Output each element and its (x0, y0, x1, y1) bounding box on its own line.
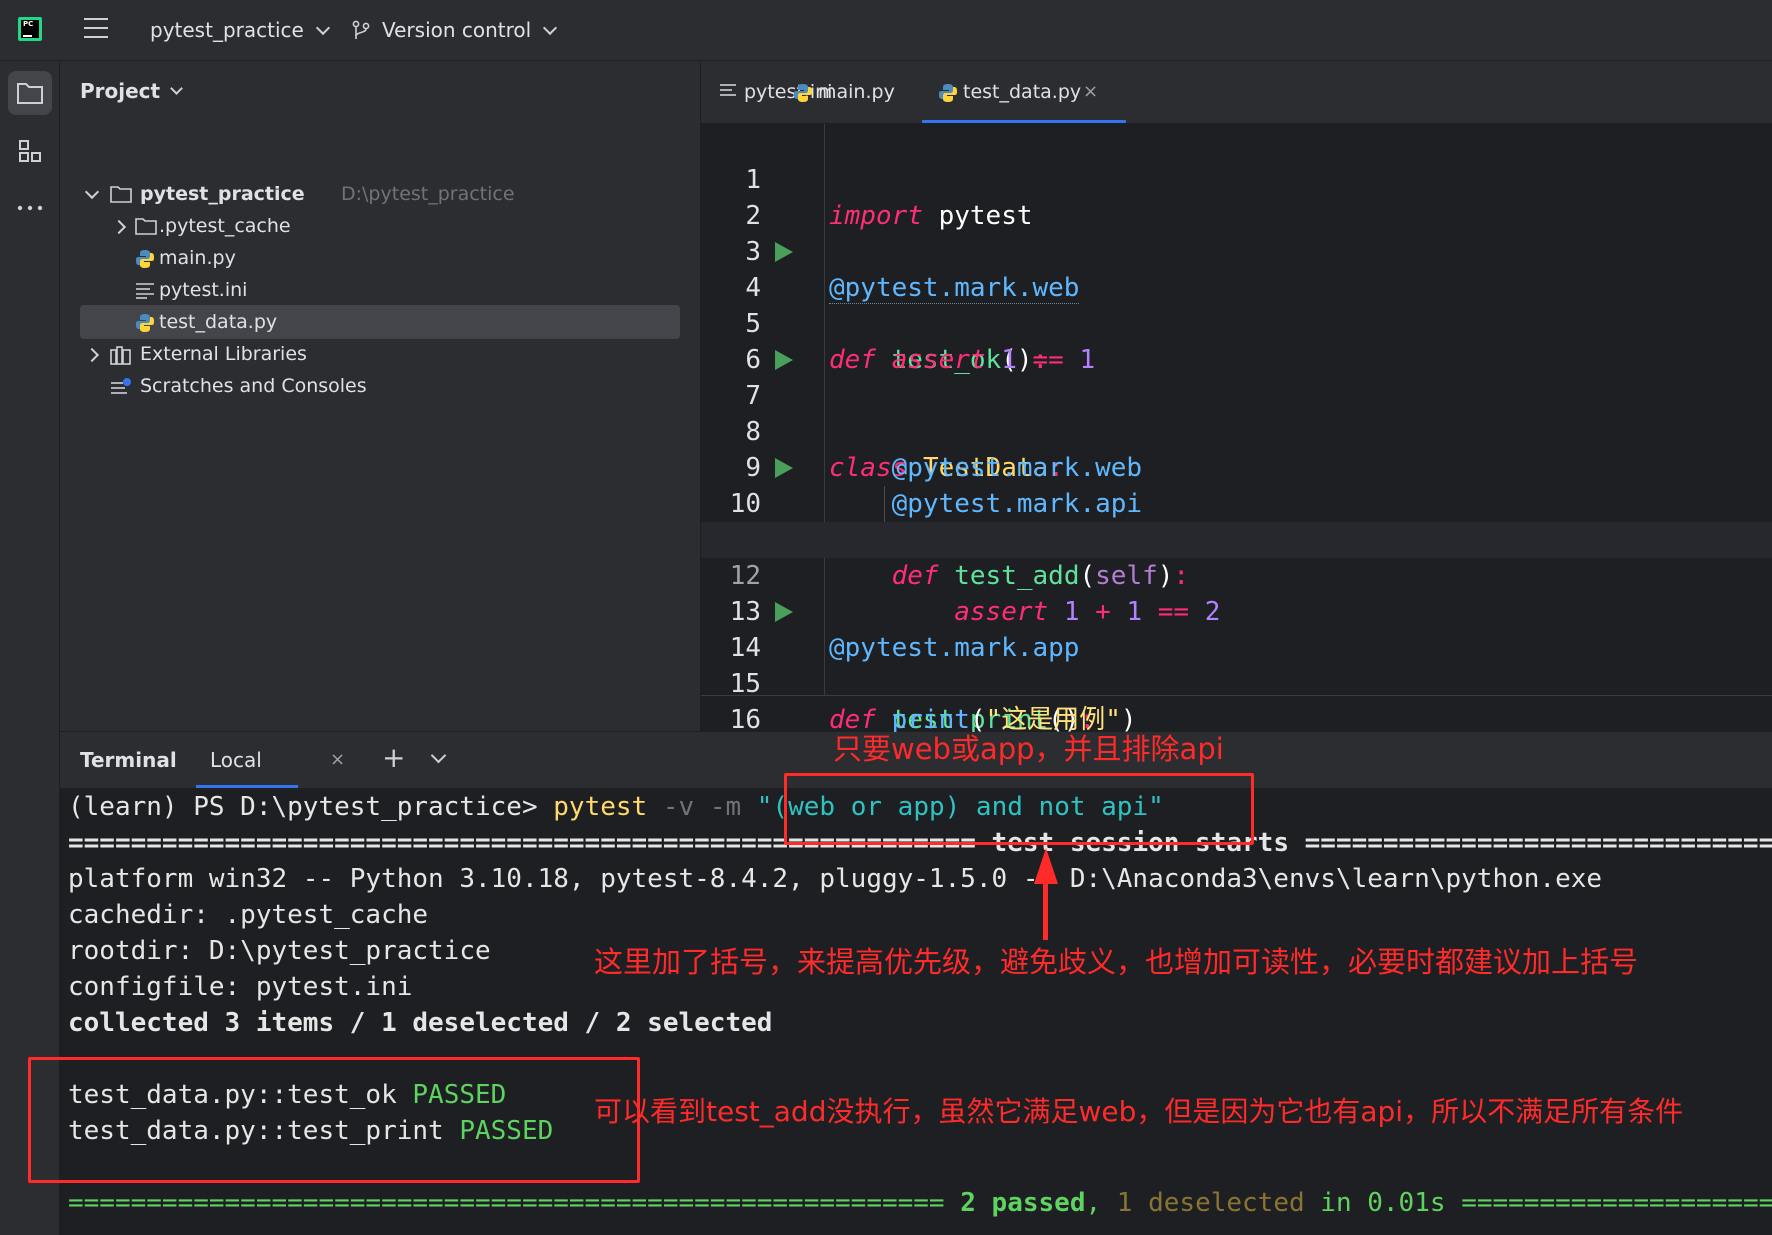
code-line: 7 class TestData: (701, 342, 1772, 483)
library-icon (110, 346, 131, 365)
tree-item-label: main.py (159, 247, 236, 269)
tree-item-test-data-py[interactable]: test_data.py (80, 305, 680, 339)
run-test-icon[interactable] (775, 602, 793, 622)
folder-icon (17, 83, 43, 104)
python-file-icon (939, 84, 957, 102)
annotation-middle: 这里加了括号，来提高优先级，避免歧义，也增加可读性，必要时都建议加上括号 (594, 945, 1639, 979)
project-panel: Project pytest_practice D:\pytest_practi… (60, 61, 701, 731)
code-line: 16 (701, 666, 1772, 735)
tree-item-label: .pytest_cache (159, 215, 291, 237)
code-line-current: 12 (701, 522, 1772, 591)
chevron-down-icon (84, 184, 100, 200)
structure-icon (19, 140, 41, 162)
annotation-arrow-icon (1034, 848, 1058, 884)
branch-icon (352, 20, 370, 39)
text-file-icon (720, 84, 736, 96)
tree-item-label: External Libraries (140, 343, 307, 365)
tree-item-pytest-cache[interactable]: .pytest_cache (60, 209, 680, 243)
structure-tool-button[interactable] (8, 129, 52, 173)
tab-label: test_data.py (963, 81, 1082, 103)
tab-test-data-py[interactable]: test_data.py × (922, 61, 1126, 123)
tree-item-scratches[interactable]: Scratches and Consoles (60, 369, 680, 403)
title-bar: PC pytest_practice Version control (0, 0, 1772, 61)
chevron-down-icon (315, 20, 330, 36)
chevron-down-icon (543, 20, 558, 36)
code-line: 10 def test_add(self): (701, 450, 1772, 591)
chevron-down-icon[interactable] (430, 747, 447, 764)
pycharm-logo-icon[interactable]: PC (18, 17, 42, 41)
project-panel-title: Project (80, 79, 161, 103)
root-folder-name: pytest_practice (140, 183, 305, 205)
root-folder-path: D:\pytest_practice (341, 183, 515, 205)
annotation-top: 只要web或app，并且排除api (833, 732, 1224, 766)
terminal-line-platform: platform win32 -- Python 3.10.18, pytest… (68, 864, 1603, 894)
text-file-icon (136, 283, 154, 299)
terminal-title: Terminal (80, 748, 177, 772)
tree-root[interactable]: pytest_practice D:\pytest_practice (60, 177, 680, 211)
python-file-icon (136, 250, 154, 268)
code-line: 14 def test_print(): (701, 594, 1772, 735)
code-line: 2 (701, 162, 1772, 231)
code-line: 11 assert 1 + 1 == 2 (701, 486, 1772, 627)
main-menu-icon[interactable] (84, 18, 108, 40)
tree-item-label: Scratches and Consoles (140, 375, 367, 397)
folder-icon (135, 218, 157, 235)
new-tab-plus-icon[interactable]: + (382, 742, 405, 774)
chevron-down-icon (170, 82, 183, 95)
version-control-label: Version control (382, 18, 532, 42)
scratches-icon (111, 378, 131, 394)
version-control-menu[interactable]: Version control (382, 16, 558, 44)
code-line: 6 (701, 306, 1772, 375)
run-test-icon[interactable] (775, 350, 793, 370)
code-line: 4 def test_ok(): (701, 234, 1772, 375)
tree-item-label: test_data.py (159, 311, 278, 333)
annotation-box-expression (784, 773, 1254, 845)
tree-item-label: pytest.ini (159, 279, 248, 301)
terminal-line-cachedir: cachedir: .pytest_cache (68, 900, 429, 930)
code-editor[interactable]: 1 import pytest 2 3 @pytest.mark.web 4 d… (701, 124, 1772, 735)
tree-item-external-libraries[interactable]: External Libraries (60, 337, 680, 371)
run-test-icon[interactable] (775, 458, 793, 478)
annotation-bottom: 可以看到test_add没执行，虽然它满足web，但是因为它也有api，所以不满… (594, 1095, 1684, 1128)
folder-icon (110, 186, 132, 203)
project-selector[interactable]: pytest_practice (150, 16, 330, 44)
chevron-right-icon (111, 219, 127, 235)
more-tools-button[interactable] (8, 186, 52, 230)
code-line: 9 @pytest.mark.api (701, 414, 1772, 519)
terminal-line-rootdir: rootdir: D:\pytest_practice (68, 936, 491, 966)
code-line: 3 @pytest.mark.web (701, 198, 1772, 304)
code-line: 8 @pytest.mark.web (701, 378, 1772, 483)
tab-label: main.py (818, 81, 895, 103)
terminal-summary-line: ========================================… (68, 1188, 1772, 1218)
tab-local[interactable]: Local (196, 744, 298, 788)
tree-item-pytest-ini[interactable]: pytest.ini (60, 273, 680, 307)
close-icon[interactable]: × (1083, 61, 1098, 123)
close-icon[interactable]: × (330, 744, 345, 776)
terminal-line-configfile: configfile: pytest.ini (68, 972, 413, 1002)
editor-tabs: pytest.ini main.py test_data.py × (701, 61, 1772, 124)
run-test-icon[interactable] (775, 242, 793, 262)
more-icon (17, 205, 43, 211)
chevron-right-icon (84, 347, 100, 363)
project-name: pytest_practice (150, 18, 304, 42)
annotation-box-results (28, 1057, 640, 1183)
python-file-icon (136, 314, 154, 332)
terminal-line-collected: collected 3 items / 1 deselected / 2 sel… (68, 1008, 773, 1038)
project-panel-header[interactable]: Project (80, 79, 183, 103)
code-line: 15 print("这是用例") (701, 630, 1772, 735)
python-file-icon (794, 84, 812, 102)
tree-item-main-py[interactable]: main.py (60, 241, 680, 275)
project-tool-button[interactable] (8, 71, 52, 115)
code-line: 5 assert 1 == 1 (701, 270, 1772, 375)
logo-text: PC (23, 20, 34, 28)
code-line: 13 @pytest.mark.app (701, 558, 1772, 663)
annotation-arrow-shaft (1043, 882, 1048, 940)
code-line: 1 import pytest (701, 126, 1772, 231)
